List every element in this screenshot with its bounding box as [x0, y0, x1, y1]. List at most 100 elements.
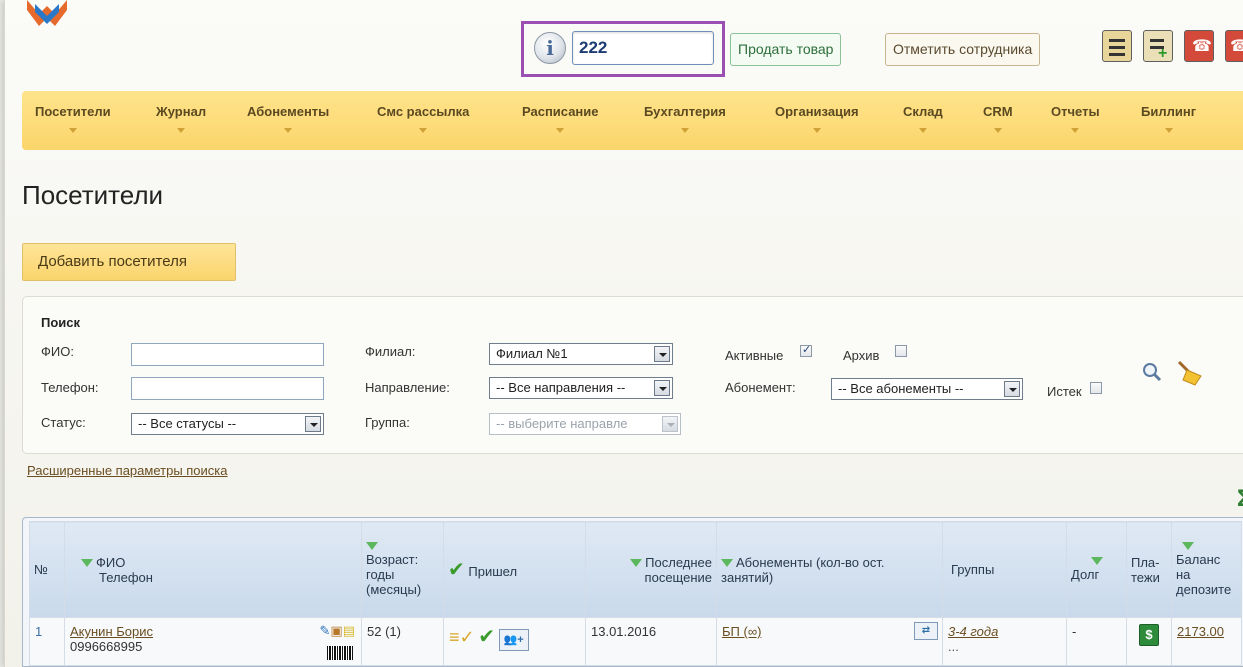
- nav-item-visitors[interactable]: Посетители: [35, 104, 111, 133]
- col-age-label: Возраст: годы (месяцы): [366, 552, 422, 597]
- visitor-phone: 0996668995: [70, 639, 143, 654]
- archive-checkbox[interactable]: [895, 345, 907, 357]
- nav-label: Бухгалтерия: [644, 104, 726, 119]
- confirm-check-icon[interactable]: ✔: [478, 626, 495, 648]
- nav-item-warehouse[interactable]: Склад: [903, 104, 943, 133]
- col-groups[interactable]: Группы: [942, 521, 1067, 618]
- sum-icon[interactable]: Σ: [1237, 485, 1243, 513]
- edit-pencil-icon[interactable]: ✎: [320, 623, 331, 638]
- group-link[interactable]: 3-4 года: [948, 624, 998, 639]
- active-label: Активные: [725, 348, 784, 363]
- col-came-label: Пришел: [468, 564, 518, 579]
- col-debt[interactable]: Долг: [1066, 521, 1127, 618]
- phone-icon[interactable]: ☎: [1184, 30, 1214, 62]
- group-more[interactable]: ...: [948, 639, 959, 654]
- branch-select[interactable]: Филиал №1: [489, 343, 673, 365]
- branch-select-value: Филиал №1: [496, 346, 568, 361]
- col-came[interactable]: ✔ Пришел: [443, 521, 586, 618]
- dollar-icon[interactable]: $: [1139, 624, 1159, 646]
- visitors-table: № ФИО Телефон Возраст: годы (месяцы) ✔ П…: [22, 517, 1243, 667]
- top-bar: i Продать товар Отметить сотрудника + ☎ …: [5, 0, 1243, 90]
- quick-search-input[interactable]: [572, 31, 714, 65]
- chevron-down-icon: [662, 416, 678, 432]
- nav-label: Абонементы: [247, 104, 330, 119]
- mark-employee-button[interactable]: Отметить сотрудника: [885, 33, 1041, 66]
- table-header-row: № ФИО Телефон Возраст: годы (месяцы) ✔ П…: [29, 521, 1242, 618]
- balance-link[interactable]: 2173.00: [1177, 624, 1224, 639]
- col-subscriptions[interactable]: Абонементы (кол-во ост. занятий): [716, 521, 943, 618]
- col-num[interactable]: №: [29, 521, 65, 618]
- table-row[interactable]: 1 Акунин Борис 0996668995 ✎▣▤ 52 (1) ≡✓ …: [29, 617, 1242, 666]
- search-icon[interactable]: [1142, 362, 1162, 382]
- cell-age: 52 (1): [361, 617, 444, 666]
- nav-item-reports[interactable]: Отчеты: [1051, 104, 1100, 133]
- checklist-icon[interactable]: [1102, 30, 1132, 62]
- visitor-name-link[interactable]: Акунин Борис: [70, 624, 153, 639]
- col-age[interactable]: Возраст: годы (месяцы): [361, 521, 444, 618]
- checklist-add-icon[interactable]: +: [1143, 30, 1173, 62]
- fio-label: ФИО:: [41, 344, 74, 359]
- subscription-select[interactable]: -- Все абонементы --: [831, 378, 1023, 400]
- col-balance[interactable]: Баланс на депозите: [1171, 521, 1242, 618]
- active-checkbox[interactable]: [800, 343, 812, 357]
- main-nav: Посетители Журнал Абонементы Смс рассылк…: [22, 91, 1243, 150]
- chevron-down-icon: [284, 128, 293, 133]
- phone-add-icon[interactable]: ☎: [1225, 30, 1243, 62]
- nav-item-organization[interactable]: Организация: [775, 104, 859, 133]
- sell-product-button[interactable]: Продать товар: [730, 33, 842, 66]
- col-last-visit-label: Последнее посещение: [644, 554, 712, 585]
- chevron-down-icon: [654, 380, 670, 396]
- cell-balance: 2173.00: [1171, 617, 1242, 666]
- subscription-link[interactable]: БП (∞): [722, 624, 761, 639]
- chevron-down-icon: [556, 128, 565, 133]
- advanced-search-link[interactable]: Расширенные параметры поиска: [27, 463, 228, 478]
- sort-icon: [366, 542, 378, 550]
- nav-label: Посетители: [35, 104, 111, 119]
- nav-item-billing[interactable]: Биллинг: [1141, 104, 1196, 133]
- col-fio[interactable]: ФИО Телефон: [64, 521, 362, 618]
- phone-label: Телефон:: [41, 380, 99, 395]
- clear-broom-icon[interactable]: [1175, 360, 1205, 386]
- nav-item-crm[interactable]: CRM: [983, 104, 1013, 133]
- note-icon[interactable]: ▤: [343, 623, 355, 638]
- cell-payments: $: [1126, 617, 1172, 666]
- swap-users-icon[interactable]: ⇄: [914, 622, 938, 640]
- barcode-icon[interactable]: [327, 646, 353, 660]
- app-logo[interactable]: [25, 0, 69, 26]
- phone-input[interactable]: [131, 377, 324, 400]
- col-debt-label: Долг: [1071, 567, 1100, 582]
- col-fio-line2: Телефон: [99, 569, 153, 585]
- nav-label: CRM: [983, 104, 1013, 119]
- nav-item-journal[interactable]: Журнал: [156, 104, 206, 133]
- chevron-down-icon: [1164, 128, 1173, 133]
- col-balance-label: Баланс на депозите: [1176, 552, 1232, 597]
- expired-checkbox[interactable]: [1090, 382, 1102, 394]
- cell-num: 1: [29, 617, 65, 666]
- app-window: i Продать товар Отметить сотрудника + ☎ …: [4, 0, 1243, 667]
- chevron-down-icon: [918, 128, 927, 133]
- chevron-down-icon: [419, 128, 428, 133]
- add-user-icon[interactable]: 👥+: [498, 629, 529, 651]
- nav-item-accounting[interactable]: Бухгалтерия: [644, 104, 726, 133]
- check-icon: ✔: [448, 559, 465, 581]
- chevron-down-icon: [654, 346, 670, 362]
- chevron-down-icon: [1004, 381, 1020, 397]
- mark-arrival-icon[interactable]: ≡✓: [449, 627, 475, 647]
- cell-groups: 3-4 года ...: [942, 617, 1067, 666]
- status-label: Статус:: [41, 415, 86, 430]
- add-visitor-button[interactable]: Добавить посетителя: [22, 243, 236, 281]
- col-payments[interactable]: Пла- тежи: [1126, 521, 1172, 618]
- col-last-visit[interactable]: Последнее посещение: [585, 521, 717, 618]
- status-select[interactable]: -- Все статусы --: [131, 413, 324, 435]
- nav-item-subscriptions[interactable]: Абонементы: [247, 104, 329, 133]
- nav-label: Биллинг: [1141, 104, 1197, 119]
- chevron-down-icon: [1071, 128, 1080, 133]
- nav-item-sms[interactable]: Смс рассылка: [377, 104, 469, 133]
- fio-input[interactable]: [131, 343, 324, 366]
- nav-item-schedule[interactable]: Расписание: [522, 104, 599, 133]
- info-icon[interactable]: i: [534, 32, 566, 64]
- direction-label: Направление:: [365, 380, 450, 395]
- package-icon[interactable]: ▣: [330, 623, 342, 638]
- direction-select[interactable]: -- Все направления --: [489, 377, 673, 399]
- cell-debt: -: [1066, 617, 1127, 666]
